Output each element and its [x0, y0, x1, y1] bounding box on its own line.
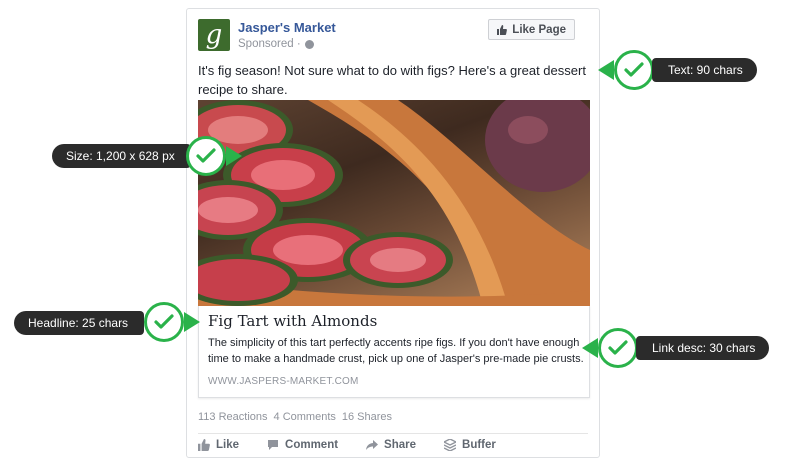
thumbs-up-icon: [497, 24, 508, 35]
actions-divider: [198, 433, 588, 434]
callout-pointer: [226, 146, 242, 166]
like-page-button[interactable]: Like Page: [488, 19, 575, 40]
link-description: The simplicity of this tart perfectly ac…: [208, 337, 584, 365]
page-avatar[interactable]: g: [198, 19, 230, 51]
callout-size: Size: 1,200 x 628 px: [66, 149, 175, 163]
callout-link-desc: Link desc: 30 chars: [652, 341, 756, 355]
share-icon: [366, 440, 379, 450]
callout-headline: Headline: 25 chars: [28, 316, 129, 330]
callout-pointer: [598, 60, 614, 80]
shares-count[interactable]: 16 Shares: [342, 411, 392, 423]
buffer-label: Buffer: [462, 439, 496, 451]
facebook-ad-post: g Jasper's Market Sponsored · Like Page …: [186, 8, 600, 458]
comment-icon: [268, 440, 279, 450]
callout-text: Text: 90 chars: [668, 63, 743, 77]
thumbs-up-icon: [198, 439, 210, 451]
comment-label: Comment: [285, 439, 339, 451]
action-bar: Like Comment Share Buffer: [198, 439, 496, 451]
check-icon: [186, 136, 226, 176]
buffer-button[interactable]: Buffer: [444, 439, 496, 451]
avatar-letter: g: [205, 20, 223, 50]
sponsored-label: Sponsored ·: [238, 38, 314, 50]
like-page-label: Like Page: [512, 23, 566, 36]
check-icon: [614, 50, 654, 90]
link-desc-length-callout: Link desc: 30 chars: [636, 336, 770, 360]
link-headline[interactable]: Fig Tart with Almonds: [208, 312, 377, 330]
post-text: It's fig season! Not sure what to do wit…: [198, 63, 586, 97]
like-label: Like: [216, 439, 240, 451]
comments-count[interactable]: 4 Comments: [274, 411, 336, 423]
check-icon: [144, 302, 184, 342]
fig-tart-illustration: [198, 100, 590, 306]
image-size-callout: Size: 1,200 x 628 px: [52, 144, 191, 168]
headline-length-callout: Headline: 25 chars: [14, 311, 145, 335]
share-label: Share: [384, 439, 417, 451]
page-name-link[interactable]: Jasper's Market: [238, 20, 336, 35]
comment-button[interactable]: Comment: [267, 439, 338, 451]
engagement-stats: 113 Reactions 4 Comments 16 Shares: [198, 411, 392, 423]
link-preview[interactable]: Fig Tart with Almonds The simplicity of …: [198, 306, 590, 398]
share-button[interactable]: Share: [366, 439, 416, 451]
callout-pointer: [582, 338, 598, 358]
buffer-icon: [444, 439, 457, 451]
link-url[interactable]: WWW.JASPERS-MARKET.COM: [208, 376, 359, 387]
reactions-count[interactable]: 113 Reactions: [198, 411, 268, 423]
callout-pointer: [184, 312, 200, 332]
like-button[interactable]: Like: [198, 439, 239, 451]
fig-tart-image[interactable]: [198, 100, 590, 306]
text-length-callout: Text: 90 chars: [652, 58, 757, 82]
sponsored-text: Sponsored ·: [238, 38, 301, 50]
globe-icon: [304, 39, 314, 49]
check-icon: [598, 328, 638, 368]
